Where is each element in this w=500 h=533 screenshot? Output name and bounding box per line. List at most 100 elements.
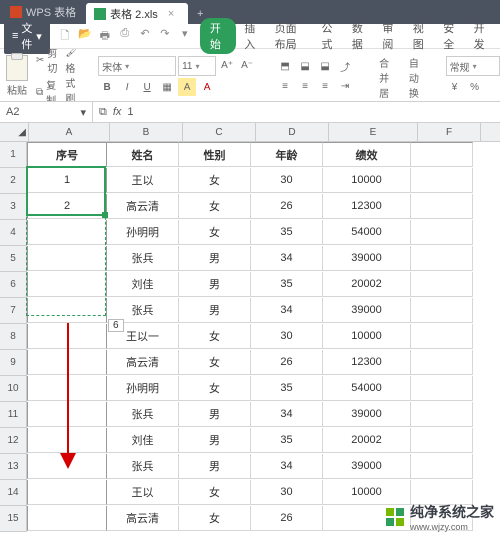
align-middle-icon[interactable]: ⬓ [296, 57, 314, 75]
cell-A5[interactable] [27, 246, 107, 271]
cell-E10[interactable]: 54000 [323, 376, 411, 401]
cell-B15[interactable]: 高云清 [107, 506, 179, 531]
cell-F3[interactable] [411, 194, 473, 219]
link-icon[interactable]: ⧉ [99, 106, 107, 119]
row-header[interactable]: 11 [0, 402, 27, 428]
cell-F5[interactable] [411, 246, 473, 271]
cell-D8[interactable]: 30 [251, 324, 323, 349]
tab-security[interactable]: 安全 [437, 18, 465, 54]
cell-E2[interactable]: 10000 [323, 168, 411, 193]
cell-F11[interactable] [411, 402, 473, 427]
cell-F4[interactable] [411, 220, 473, 245]
cell-C9[interactable]: 女 [179, 350, 251, 375]
format-painter-button[interactable]: 🖌 格式刷 [65, 49, 78, 102]
cell-D11[interactable]: 34 [251, 402, 323, 427]
cell-E8[interactable]: 10000 [323, 324, 411, 349]
cell-E1[interactable]: 绩效 [323, 142, 411, 167]
cell-B6[interactable]: 刘佳 [107, 272, 179, 297]
cell-D1[interactable]: 年龄 [251, 142, 323, 167]
cell-D3[interactable]: 26 [251, 194, 323, 219]
cell-A8[interactable] [27, 324, 107, 349]
currency-icon[interactable]: ¥ [446, 78, 464, 96]
row-header[interactable]: 9 [0, 350, 27, 376]
col-D-header[interactable]: D [256, 123, 329, 141]
cell-E11[interactable]: 39000 [323, 402, 411, 427]
cell-B12[interactable]: 刘佳 [107, 428, 179, 453]
cell-B1[interactable]: 姓名 [107, 142, 179, 167]
chevron-down-icon[interactable]: ▾ [178, 27, 192, 46]
cell-D9[interactable]: 26 [251, 350, 323, 375]
font-name-select[interactable]: 宋体▾ [98, 56, 176, 76]
undo-icon[interactable]: ↶ [138, 27, 152, 46]
row-header[interactable]: 13 [0, 454, 27, 480]
cell-D5[interactable]: 34 [251, 246, 323, 271]
cell-C8[interactable]: 女 [179, 324, 251, 349]
row-header[interactable]: 3 [0, 194, 27, 220]
bold-button[interactable]: B [98, 78, 116, 96]
copy-button[interactable]: ⧉ 复制 [36, 77, 57, 102]
cell-D14[interactable]: 30 [251, 480, 323, 505]
cell-B3[interactable]: 高云清 [107, 194, 179, 219]
font-color-button[interactable]: A [198, 78, 216, 96]
row-header[interactable]: 12 [0, 428, 27, 454]
open-icon[interactable]: 📂 [78, 27, 92, 46]
cell-D13[interactable]: 34 [251, 454, 323, 479]
cell-B8[interactable]: 王以一 [107, 324, 179, 349]
row-header[interactable]: 5 [0, 246, 27, 272]
cell-F9[interactable] [411, 350, 473, 375]
formula-input[interactable]: 1 [127, 106, 133, 118]
cut-button[interactable]: ✂ 剪切 [36, 49, 57, 75]
cell-F12[interactable] [411, 428, 473, 453]
font-size-select[interactable]: 11▾ [178, 56, 216, 76]
align-top-icon[interactable]: ⬒ [276, 57, 294, 75]
orientation-icon[interactable]: ⤴ [336, 57, 354, 75]
row-header[interactable]: 10 [0, 376, 27, 402]
col-C-header[interactable]: C [183, 123, 256, 141]
align-center-icon[interactable]: ≡ [296, 77, 314, 95]
col-A-header[interactable]: A [29, 123, 110, 141]
cell-C13[interactable]: 男 [179, 454, 251, 479]
col-B-header[interactable]: B [110, 123, 183, 141]
cell-B2[interactable]: 王以 [107, 168, 179, 193]
print-icon[interactable]: 🖶 [98, 27, 112, 46]
new-icon[interactable]: 🗋 [58, 27, 72, 46]
indent-icon[interactable]: ⇥ [336, 77, 354, 95]
cell-A4[interactable] [27, 220, 107, 245]
align-bottom-icon[interactable]: ⬓ [316, 57, 334, 75]
cell-E6[interactable]: 20002 [323, 272, 411, 297]
cell-B10[interactable]: 孙明明 [107, 376, 179, 401]
tab-home[interactable]: 开始 [200, 18, 236, 54]
row-header[interactable]: 6 [0, 272, 27, 298]
cell-B9[interactable]: 高云清 [107, 350, 179, 375]
fill-color-button[interactable]: A [178, 78, 196, 96]
close-document-icon[interactable]: × [168, 8, 174, 20]
cell-F13[interactable] [411, 454, 473, 479]
row-header[interactable]: 2 [0, 168, 27, 194]
cell-F7[interactable] [411, 298, 473, 323]
number-format-select[interactable]: 常规▾ [446, 56, 500, 76]
cell-C5[interactable]: 男 [179, 246, 251, 271]
cell-B4[interactable]: 孙明明 [107, 220, 179, 245]
cell-C10[interactable]: 女 [179, 376, 251, 401]
cell-E3[interactable]: 12300 [323, 194, 411, 219]
tab-formulas[interactable]: 公式 [316, 18, 344, 54]
percent-icon[interactable]: % [466, 78, 484, 96]
tab-page-layout[interactable]: 页面布局 [269, 18, 314, 54]
row-header[interactable]: 15 [0, 506, 27, 532]
cell-F1[interactable] [411, 142, 473, 167]
cell-D7[interactable]: 34 [251, 298, 323, 323]
cell-D6[interactable]: 35 [251, 272, 323, 297]
name-box[interactable]: A2 ▾ [0, 102, 93, 122]
cell-C4[interactable]: 女 [179, 220, 251, 245]
cell-A10[interactable] [27, 376, 107, 401]
decrease-font-icon[interactable]: A⁻ [238, 56, 256, 74]
cell-A6[interactable] [27, 272, 107, 297]
cell-C6[interactable]: 男 [179, 272, 251, 297]
cell-D2[interactable]: 30 [251, 168, 323, 193]
cell-C15[interactable]: 女 [179, 506, 251, 531]
cell-A11[interactable] [27, 402, 107, 427]
italic-button[interactable]: I [118, 78, 136, 96]
cell-A12[interactable] [27, 428, 107, 453]
row-header[interactable]: 4 [0, 220, 27, 246]
cell-A15[interactable] [27, 506, 107, 531]
